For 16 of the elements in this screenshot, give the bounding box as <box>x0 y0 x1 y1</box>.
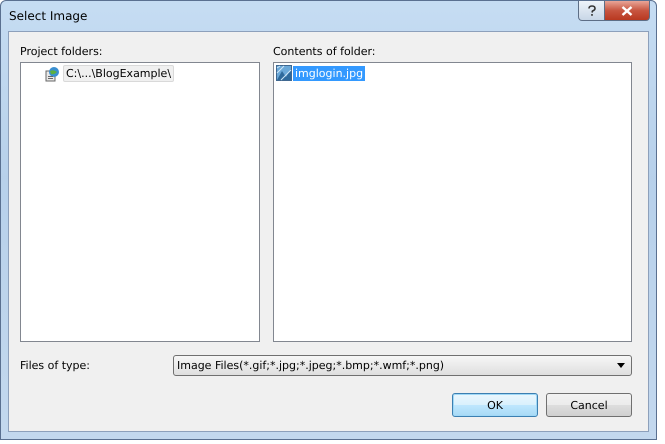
contents-label: Contents of folder: <box>273 45 377 58</box>
close-button[interactable] <box>605 1 650 21</box>
cancel-button[interactable]: Cancel <box>546 393 632 417</box>
window-title: Select Image <box>9 9 88 23</box>
file-type-dropdown[interactable]: Image Files(*.gif;*.jpg;*.jpeg;*.bmp;*.wmf;*.png) <box>173 355 632 376</box>
folder-tree[interactable]: C:\...\BlogExample\ <box>20 62 260 342</box>
ok-button[interactable]: OK <box>452 393 538 417</box>
project-folders-label: Project folders: <box>20 45 104 58</box>
close-icon <box>621 6 633 16</box>
question-icon <box>586 4 596 16</box>
dropdown-arrow-icon <box>617 363 625 368</box>
image-file-icon <box>276 65 292 81</box>
help-button[interactable] <box>578 1 605 21</box>
folder-item[interactable]: C:\...\BlogExample\ <box>63 65 174 82</box>
files-of-type-label: Files of type: <box>20 359 92 372</box>
web-project-icon <box>44 66 60 82</box>
